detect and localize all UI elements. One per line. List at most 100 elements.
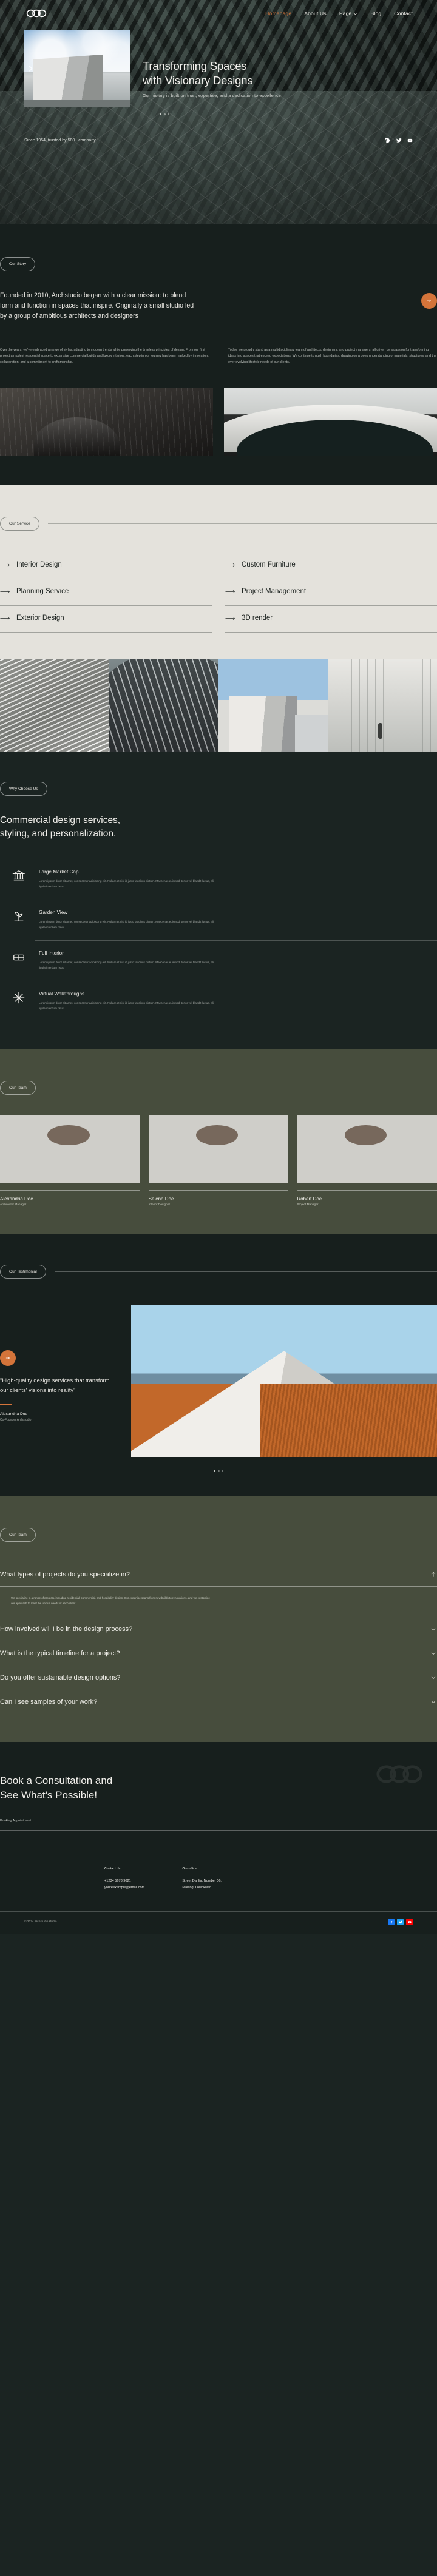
chevron-up-icon[interactable]	[430, 1571, 437, 1578]
chevron-down-icon[interactable]	[430, 1650, 437, 1657]
team-member-photo	[297, 1115, 437, 1184]
feature-description: Lorem ipsum dolor sit amet, consectetur …	[39, 879, 215, 889]
plant-garden-icon	[12, 910, 25, 923]
footer-contact-column: Contact Us +1234 5678 9021 youreexample@…	[104, 1867, 144, 1891]
arrow-right-icon	[225, 563, 235, 567]
team-card-robert-doe[interactable]: Robert Doe Project Manager	[297, 1115, 437, 1206]
carousel-dot[interactable]	[163, 113, 166, 115]
hero-title: Transforming Spaces with Visionary Desig…	[143, 59, 281, 87]
arrow-right-icon	[0, 616, 10, 620]
hero-slide-image	[24, 30, 130, 107]
our-team-header: Our Team	[0, 1081, 437, 1095]
gallery-strip	[0, 659, 437, 752]
footer-phone-link[interactable]: +1234 5678 9021	[104, 1878, 144, 1885]
nav-label: Contact	[394, 10, 413, 16]
team-card-alexandria-doe[interactable]: Alexandria Doe Architector Manager	[0, 1115, 140, 1206]
team-member-name: Selena Doe	[148, 1196, 174, 1202]
story-arrow-button[interactable]	[421, 293, 437, 309]
service-item-project-management[interactable]: Project Management	[225, 579, 437, 607]
hero-image-building	[33, 54, 103, 107]
testimonial-header: Our Testimonial	[0, 1265, 437, 1279]
youtube-icon[interactable]	[407, 138, 413, 143]
why-heading-line-2: styling, and personalization.	[0, 829, 117, 839]
faq-question: What types of projects do you specialize…	[0, 1571, 130, 1579]
footer-email-link[interactable]: youreexample@email.com	[104, 1885, 144, 1891]
faq-question: Can I see samples of your work?	[0, 1698, 98, 1706]
testimonial-carousel-dots[interactable]	[0, 1470, 437, 1473]
nav-item-homepage[interactable]: Homepage	[265, 10, 291, 16]
footer-copyright: © 2024 Archstudio studio	[24, 1920, 57, 1924]
carousel-dot[interactable]	[217, 1470, 220, 1473]
chevron-down-icon[interactable]	[430, 1674, 437, 1681]
carousel-dot[interactable]	[160, 113, 161, 115]
footer-address-line-1: Street Dahlia, Number 06,	[182, 1879, 222, 1883]
nav-item-page[interactable]: Page	[339, 10, 358, 16]
hero-social-links	[385, 138, 413, 143]
cta-heading: Book a Consultation and See What's Possi…	[0, 1774, 437, 1802]
chevron-down-icon	[354, 13, 357, 15]
service-label: Interior Design	[16, 561, 62, 569]
service-item-exterior-design[interactable]: Exterior Design	[0, 606, 212, 633]
carousel-next-icon[interactable]	[27, 65, 35, 73]
team-card-selena-doe[interactable]: Selena Doe Interior Designer	[148, 1115, 289, 1206]
chevron-down-icon[interactable]	[430, 1626, 437, 1633]
service-item-planning-service[interactable]: Planning Service	[0, 579, 212, 607]
carousel-dot[interactable]	[214, 1470, 215, 1473]
testimonial-arrow-button[interactable]	[0, 1350, 16, 1367]
archstudio-logo[interactable]	[24, 7, 49, 19]
faq-item-specialize[interactable]: What types of projects do you specialize…	[0, 1562, 437, 1617]
section-pill-why-choose-us: Why Choose Us	[0, 782, 47, 796]
facebook-icon[interactable]	[385, 138, 391, 143]
facebook-button[interactable]	[388, 1919, 395, 1926]
nav-label: Page	[339, 10, 352, 16]
youtube-icon	[408, 1921, 411, 1923]
feature-title: Garden View	[39, 910, 68, 916]
service-label: Project Management	[242, 588, 307, 596]
story-image-concrete-interior	[0, 388, 213, 457]
feature-item-garden-view: Garden View Lorem ipsum dolor sit amet, …	[14, 900, 437, 940]
service-label: Exterior Design	[16, 614, 64, 622]
nav-item-about-us[interactable]: About Us	[304, 10, 327, 16]
nav-item-blog[interactable]: Blog	[370, 10, 381, 16]
why-heading: Commercial design services, styling, and…	[0, 814, 437, 841]
testimonial-accent-dash	[0, 1404, 12, 1405]
arrow-right-icon	[5, 1356, 10, 1360]
nav-item-contact[interactable]: Contact	[394, 10, 413, 16]
faq-item-involvement[interactable]: How involved will I be in the design pro…	[0, 1617, 437, 1641]
card-divider	[0, 1190, 140, 1191]
hero-section: Homepage About Us Page Blog Contact Tran…	[0, 0, 437, 224]
faq-item-timeline[interactable]: What is the typical timeline for a proje…	[0, 1641, 437, 1666]
chevron-down-icon[interactable]	[430, 1698, 437, 1706]
service-item-interior-design[interactable]: Interior Design	[0, 553, 212, 580]
faq-answer: We specialize in a range of projects, in…	[11, 1596, 210, 1606]
pill-divider	[54, 1271, 437, 1273]
team-member-name: Alexandria Doe	[0, 1196, 33, 1202]
gallery-image-person-walking	[328, 659, 437, 752]
arrow-right-icon	[0, 563, 10, 567]
section-pill-faq: Our Team	[0, 1528, 36, 1542]
faq-item-sustainable[interactable]: Do you offer sustainable design options?	[0, 1666, 437, 1690]
hero-carousel-dots[interactable]	[0, 113, 413, 115]
twitter-icon	[398, 1920, 402, 1923]
carousel-dot[interactable]	[168, 113, 169, 115]
service-item-3d-render[interactable]: 3D render	[225, 606, 437, 633]
card-divider	[148, 1190, 289, 1191]
our-story-section: Our Story Founded in 2010, Archstudio be…	[0, 224, 437, 486]
faq-item-samples[interactable]: Can I see samples of your work?	[0, 1690, 437, 1714]
gallery-image-white-building-sky	[218, 659, 328, 752]
bank-building-icon	[12, 869, 25, 883]
our-service-header: Our Service	[0, 517, 437, 531]
team-grid: Alexandria Doe Architector Manager Selen…	[0, 1115, 437, 1206]
faq-question: How involved will I be in the design pro…	[0, 1626, 133, 1633]
landing-page: Homepage About Us Page Blog Contact Tran…	[0, 0, 437, 1934]
arrow-right-icon	[0, 590, 10, 593]
youtube-button[interactable]	[406, 1919, 413, 1926]
service-item-custom-furniture[interactable]: Custom Furniture	[225, 553, 437, 580]
feature-item-large-market-cap: Large Market Cap Lorem ipsum dolor sit a…	[12, 859, 437, 900]
carousel-dot[interactable]	[222, 1470, 223, 1473]
footer-office-column: Our office Street Dahlia, Number 06, Mal…	[182, 1867, 222, 1891]
nav-links: Homepage About Us Page Blog Contact	[265, 10, 413, 16]
twitter-icon[interactable]	[396, 138, 402, 143]
story-lead-text: Founded in 2010, Archstudio began with a…	[0, 292, 194, 320]
twitter-button[interactable]	[397, 1919, 404, 1926]
